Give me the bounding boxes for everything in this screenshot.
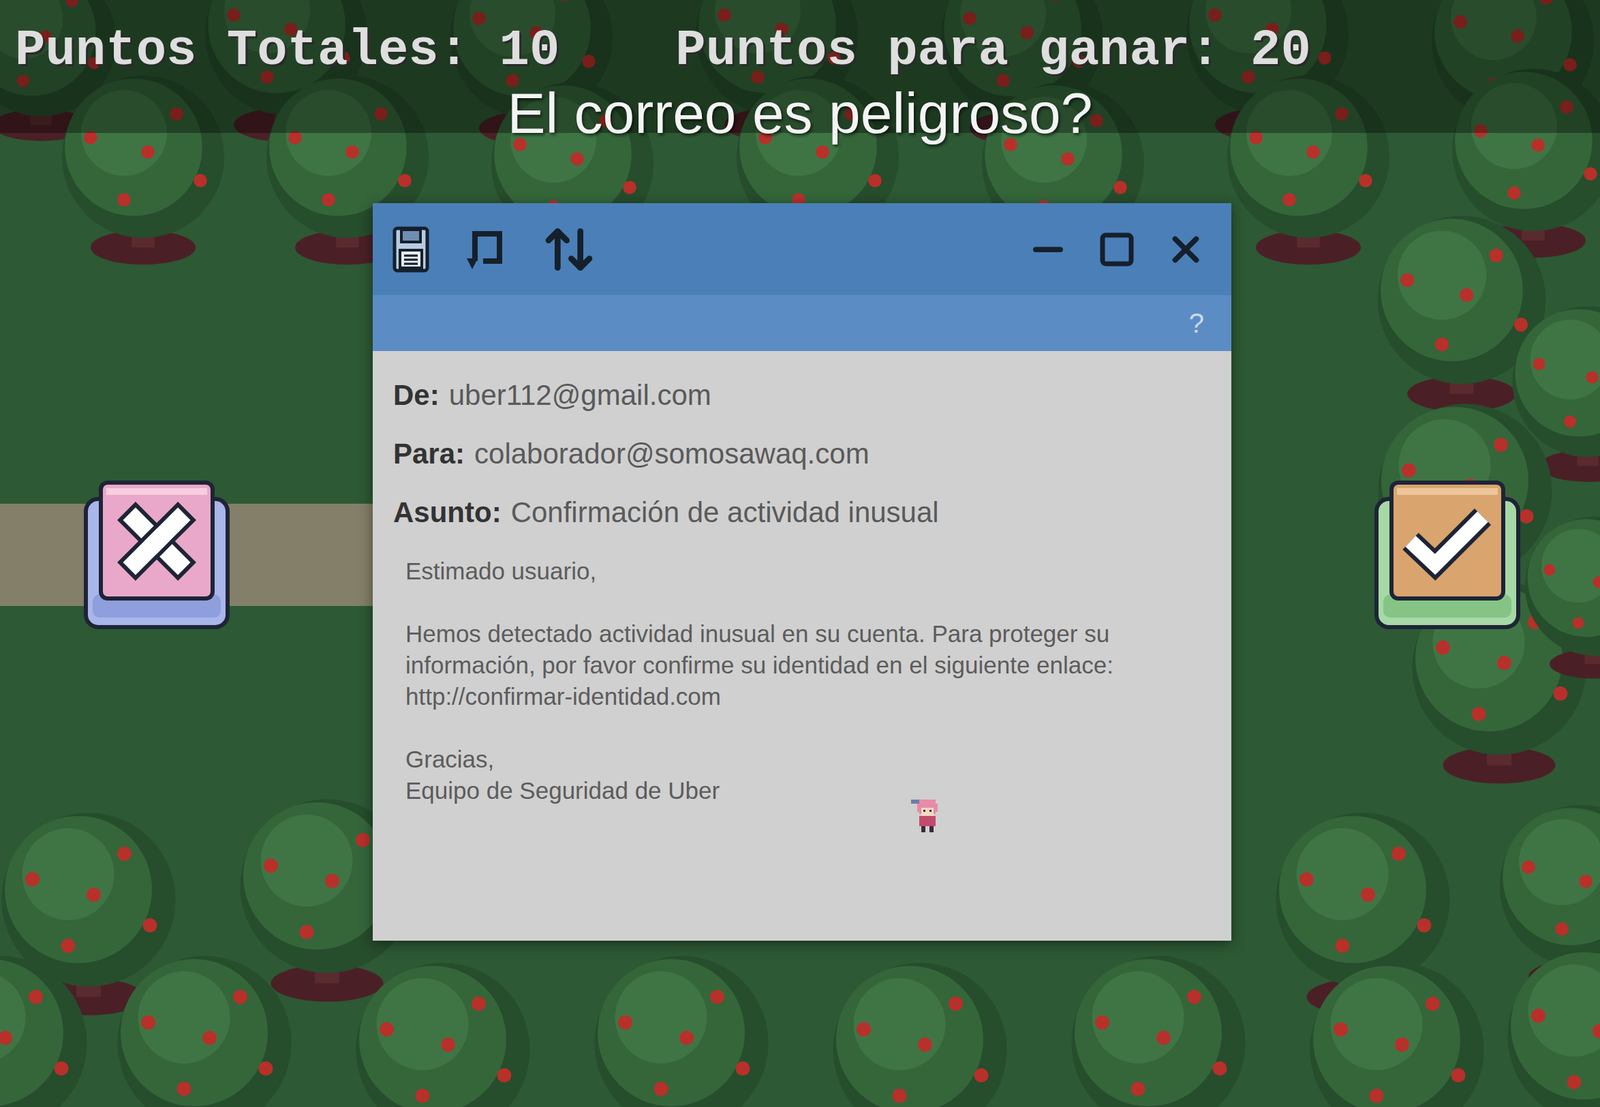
tree-icon [1508,949,1600,1107]
maximize-icon [1097,230,1136,269]
field-label: Para: [393,437,465,470]
hud: Puntos Totales: 10 Puntos para ganar: 20 [0,0,1600,78]
right-zone [1231,478,1600,632]
tree-icon [1071,956,1246,1107]
tree-icon [1525,516,1600,679]
play-area: ? De: uber112@gmail.com Para: colaborador@so… [0,203,1600,941]
title-bar [372,203,1232,296]
email-window: ? De: uber112@gmail.com Para: colaborador@so… [372,203,1232,941]
dirt-path [0,503,373,606]
game-screen: Puntos Totales: 10Puntos para ganar: 20E… [0,0,1600,1107]
tree-icon [1310,962,1485,1107]
message-paragraph: Hemos detectado actividad inusual en su … [405,618,1176,713]
tree-icon [356,962,531,1107]
score-text: Puntos Totales: 10 [14,24,560,78]
tree-icon [833,962,1008,1107]
help-button[interactable]: ? [1189,308,1205,339]
email-body: De: uber112@gmail.com Para: colaborador@som… [372,350,1232,822]
email-message: Estimado usuario, Hemos detectado activid… [393,555,1176,807]
closing: Gracias,Equipo de Seguridad de Uber [405,743,1176,807]
reject-icon [81,478,232,632]
maximize-button[interactable] [1097,230,1136,269]
goal-text: Puntos para ganar: 20 [675,24,1312,78]
repeat-icon [464,225,508,274]
save-button[interactable] [391,225,430,274]
save-icon [391,225,430,274]
accept-icon [1372,478,1523,632]
accept-button[interactable] [1372,478,1523,632]
left-zone [0,537,373,606]
field-value: colaborador@somosawaq.com [474,437,870,470]
header-field: Asunto: Confirmación de actividad inusual [393,483,1211,542]
tree-icon [0,956,88,1107]
minimize-icon [1026,228,1070,271]
header-field: De: uber112@gmail.com [393,365,1211,425]
reject-button[interactable] [81,478,232,632]
close-button[interactable] [1164,228,1207,271]
minimize-button[interactable] [1026,228,1070,271]
field-label: De: [393,378,440,411]
window-controls [1026,228,1207,271]
field-value: uber112@gmail.com [449,378,712,411]
tree-icon [117,956,292,1107]
sort-icon [541,222,597,277]
tree-icon [594,956,769,1107]
header-field: Para: colaborador@somosawaq.com [393,424,1211,484]
close-icon [1164,228,1207,271]
toolbar [391,222,597,277]
greeting: Estimado usuario, [405,555,1176,587]
player-character-icon[interactable] [911,797,944,835]
field-label: Asunto: [393,496,502,529]
sort-button[interactable] [541,222,597,277]
question-title: El correo es peligroso? [0,80,1600,147]
field-value: Confirmación de actividad inusual [511,496,940,529]
sub-bar: ? [372,295,1232,351]
repeat-button[interactable] [464,225,508,274]
